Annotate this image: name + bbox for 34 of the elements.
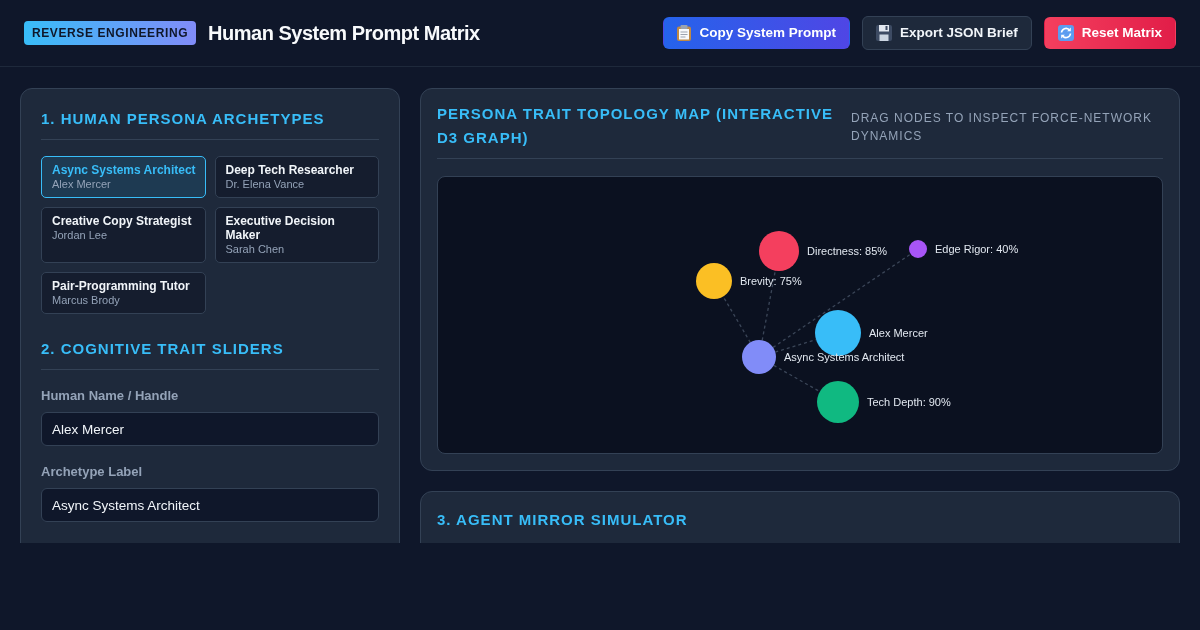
field-label: Human Name / Handle (41, 388, 180, 404)
category-tag: REVERSE ENGINEERING (24, 21, 197, 45)
section-title: 2. COGNITIVE TRAIT SLIDERS (41, 339, 285, 359)
section-title: 3. AGENT MIRROR SIMULATOR (437, 510, 689, 530)
graph-node[interactable] (817, 381, 859, 423)
persona-card[interactable]: Pair-Programming Tutor Marcus Brody (41, 272, 206, 314)
persona-card[interactable]: Creative Copy Strategist Jordan Lee (41, 207, 206, 263)
node-label: Edge Rigor: 40% (935, 243, 1019, 255)
node-label: Tech Depth: 90% (867, 396, 951, 408)
hint-text: DRAG NODES TO INSPECT FORCE-NETWORK DYNAMICS (851, 110, 1154, 145)
node-label: Alex Mercer (869, 327, 928, 339)
panel-title: PERSONA TRAIT TOPOLOGY MAP (INTERACTIVE D3 GRAPH) (437, 104, 834, 148)
graph-node[interactable] (909, 240, 927, 258)
app-title: Human System Prompt Matrix (208, 21, 480, 45)
clipboard-icon (677, 25, 692, 41)
node-label: Async Systems Architect (784, 351, 905, 363)
link-line (722, 295, 751, 344)
export-button[interactable]: Export JSON Brief (861, 16, 1032, 50)
text-input[interactable]: Alex Mercer (41, 412, 379, 446)
node-label: Brevity: 75% (740, 275, 802, 287)
persona-card[interactable]: Async Systems Architect Alex Mercer (41, 156, 206, 198)
graph-node[interactable] (759, 231, 799, 271)
refresh-icon (1057, 25, 1074, 41)
link-line (773, 364, 821, 393)
copy-prompt-button[interactable]: Copy System Prompt (663, 17, 850, 49)
reset-button[interactable]: Reset Matrix (1043, 17, 1176, 49)
node-label: Directness: 85% (807, 245, 888, 257)
persona-card[interactable]: Executive Decision Maker Sarah Chen (214, 207, 379, 263)
field-label: Archetype Label (41, 464, 144, 480)
section-title: 1. HUMAN PERSONA ARCHETYPES (41, 109, 326, 129)
text-input[interactable]: Async Systems Architect (41, 488, 379, 522)
graph-node[interactable] (696, 263, 732, 299)
persona-card[interactable]: Deep Tech Researcher Dr. Elena Vance (214, 156, 379, 198)
graph-node[interactable] (742, 340, 776, 374)
